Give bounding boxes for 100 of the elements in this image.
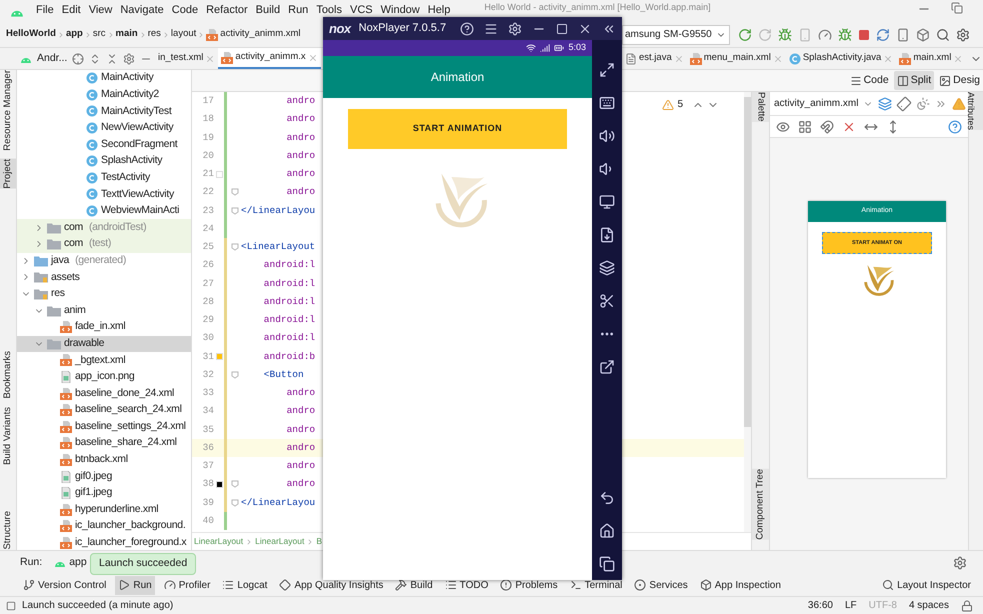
tree-item[interactable]: baseline_settings_24.xml <box>17 418 191 436</box>
lock-icon[interactable] <box>961 600 973 612</box>
tool-window-tab[interactable]: Palette <box>752 92 769 122</box>
locate-icon[interactable] <box>72 52 84 64</box>
status-item[interactable]: 36:60 <box>808 598 833 613</box>
menu-item[interactable]: Refactor <box>202 4 252 17</box>
settings-icon[interactable] <box>123 52 136 64</box>
tree-item[interactable]: SplashActivity <box>17 152 191 170</box>
code-path-item[interactable]: B <box>316 535 322 548</box>
tool-window-button[interactable]: Run <box>115 576 155 594</box>
tool-window-button[interactable]: Build <box>392 576 436 594</box>
stop-icon[interactable] <box>858 28 870 40</box>
tool-window-tab[interactable]: Resource Manager <box>0 70 16 151</box>
tree-item[interactable]: TexttViewActivity <box>17 186 191 203</box>
tool-window-tab[interactable]: Structure <box>0 511 16 550</box>
back-icon[interactable] <box>599 490 615 506</box>
menu-icon[interactable] <box>484 22 498 36</box>
tree-item[interactable]: anim <box>17 302 191 319</box>
tree-item[interactable]: res <box>17 286 191 302</box>
tree-item[interactable]: java (generated) <box>17 252 191 270</box>
volume-up-icon[interactable] <box>599 128 615 144</box>
status-item[interactable]: LF <box>844 598 857 613</box>
menu-item[interactable]: Run <box>284 4 312 17</box>
maximize-icon[interactable] <box>556 22 568 34</box>
home-icon[interactable] <box>599 522 615 538</box>
tree-item[interactable]: btnback.xml <box>17 452 191 468</box>
run-tab[interactable]: app <box>54 554 87 570</box>
menu-item[interactable]: View <box>84 4 116 17</box>
tree-item[interactable]: app_icon.png <box>17 368 191 386</box>
monitor-icon[interactable] <box>599 194 615 210</box>
tree-item[interactable]: MainActivity2 <box>17 86 191 104</box>
share-icon[interactable] <box>599 358 615 374</box>
warnings-indicator[interactable]: 5 <box>662 97 719 112</box>
breadcrumb-item[interactable]: main <box>116 27 138 42</box>
debugger-icon[interactable] <box>838 28 852 42</box>
restore-icon[interactable] <box>951 2 963 14</box>
menu-item[interactable]: Code <box>168 4 202 17</box>
menu-item[interactable]: Window <box>376 4 424 17</box>
panel-icon[interactable] <box>6 600 16 610</box>
warning-icon[interactable] <box>952 96 966 110</box>
tool-window-button[interactable]: App Quality Insights <box>276 576 386 594</box>
tree-item[interactable]: MainActivity <box>17 70 191 87</box>
menu-item[interactable]: Navigate <box>116 4 168 17</box>
tool-window-tab[interactable]: Component Tree <box>752 469 769 540</box>
sdk-manager-icon[interactable] <box>916 28 930 42</box>
tree-item[interactable]: MainActivityTest <box>17 103 191 120</box>
editor-tab[interactable]: menu_main.xml <box>686 48 786 69</box>
tool-window-button[interactable]: Terminal <box>566 576 626 594</box>
tree-item[interactable]: _bgtext.xml <box>17 352 191 369</box>
project-view-selector[interactable]: Andr... <box>37 50 68 66</box>
menu-item[interactable]: Help <box>424 4 454 17</box>
settings-icon[interactable] <box>953 556 967 570</box>
menu-item[interactable]: VCS <box>346 4 377 17</box>
tree-item[interactable]: WebviewMainActi <box>17 202 191 220</box>
breadcrumb-item[interactable]: res <box>148 27 161 42</box>
tree-item[interactable]: baseline_done_24.xml <box>17 385 191 402</box>
tree-item[interactable]: ic_launcher_background. <box>17 518 191 535</box>
theme-icon[interactable] <box>916 96 930 110</box>
tree-item[interactable]: baseline_search_24.xml <box>17 402 191 418</box>
editor-tab[interactable]: in_test.xml <box>155 48 218 69</box>
menu-item[interactable]: Tools <box>312 4 346 17</box>
tool-window-button[interactable]: Layout Inspector <box>882 578 971 592</box>
tree-item[interactable]: gif0.jpeg <box>17 468 191 485</box>
scrollbar-thumb[interactable] <box>744 97 751 427</box>
magnet-icon[interactable] <box>820 120 834 134</box>
recents-icon[interactable] <box>599 556 615 572</box>
search-icon[interactable] <box>936 28 950 42</box>
rerun-icon[interactable] <box>738 28 752 42</box>
tree-item[interactable]: ic_launcher_foreground.x <box>17 534 191 550</box>
sync-icon[interactable] <box>876 28 890 42</box>
tool-window-button[interactable]: Version Control <box>20 576 110 594</box>
help-icon[interactable] <box>460 22 474 36</box>
tree-item[interactable]: drawable <box>17 336 191 352</box>
tree-item[interactable]: gif1.jpeg <box>17 484 191 502</box>
tree-item[interactable]: com (test) <box>17 236 191 253</box>
breadcrumb-item[interactable]: HelloWorld <box>6 27 56 42</box>
tool-window-button[interactable]: TODO <box>442 576 492 594</box>
install-icon[interactable] <box>599 226 615 242</box>
device-dropdown[interactable]: amsung SM-G9550 <box>622 24 730 44</box>
menu-item[interactable]: Build <box>252 4 284 17</box>
tree-item[interactable]: assets <box>17 269 191 286</box>
breadcrumb-item[interactable]: app <box>66 27 83 42</box>
tool-window-tab[interactable]: Build Variants <box>0 406 16 465</box>
tool-window-tab[interactable]: Attributes <box>969 92 983 130</box>
editor-tab[interactable]: SplashActivity.java <box>786 48 896 69</box>
breadcrumb-item[interactable]: layout <box>170 27 196 42</box>
editor-tab[interactable]: activity_animm.x <box>218 48 321 69</box>
settings-icon[interactable] <box>956 28 970 42</box>
status-item[interactable]: 4 spaces <box>908 598 949 613</box>
device-manager-icon[interactable] <box>896 28 910 42</box>
view-mode-button[interactable]: Split <box>894 71 934 90</box>
editor-tab[interactable]: main.xml <box>896 48 966 69</box>
view-mode-button[interactable]: Desig <box>936 71 983 90</box>
tree-item[interactable]: baseline_share_24.xml <box>17 435 191 452</box>
tree-item[interactable]: TestActivity <box>17 170 191 186</box>
stack-icon[interactable] <box>599 260 615 276</box>
tool-window-tab[interactable]: Bookmarks <box>0 351 16 399</box>
menu-item[interactable]: File <box>32 4 58 17</box>
fullscreen-icon[interactable] <box>599 62 615 78</box>
tree-item[interactable]: hyperunderline.xml <box>17 501 191 518</box>
